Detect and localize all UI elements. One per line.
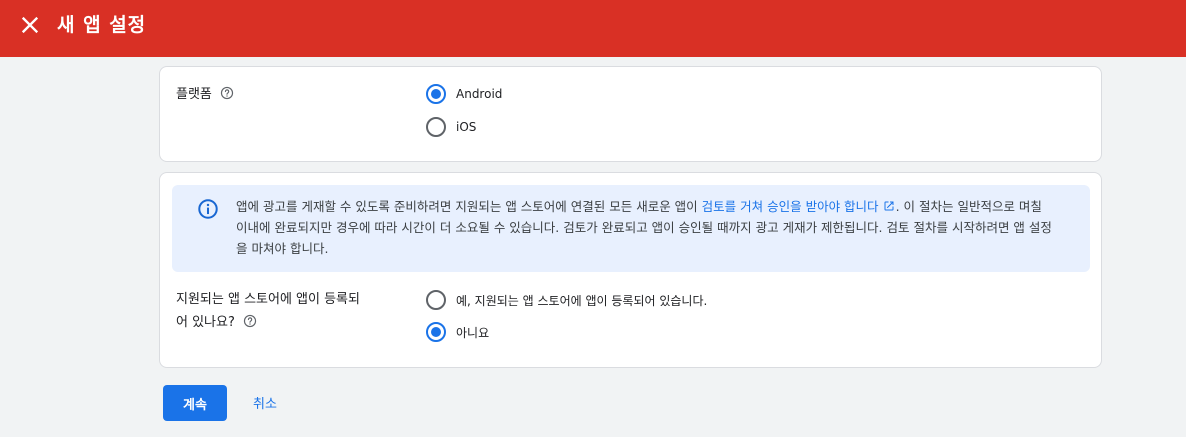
radio-ios-label: iOS <box>456 120 477 134</box>
app-store-card: 앱에 광고를 게재할 수 있도록 준비하려면 지원되는 앱 스토어에 연결된 모… <box>159 172 1102 368</box>
radio-option-android[interactable]: Android <box>426 84 502 104</box>
radio-yes[interactable] <box>426 290 446 310</box>
store-question-label: 지원되는 앱 스토어에 앱이 등록되 어 있나요? <box>176 289 360 333</box>
info-icon <box>197 198 219 220</box>
notice-text-before: 앱에 광고를 게재할 수 있도록 준비하려면 지원되는 앱 스토어에 연결된 모… <box>236 199 702 214</box>
external-link-icon[interactable] <box>883 200 895 212</box>
page-title: 새 앱 설정 <box>57 14 147 36</box>
platform-card: 플랫폼 Android iOS <box>159 66 1102 162</box>
review-approval-link[interactable]: 검토를 거쳐 승인을 받아야 합니다 <box>702 199 879 214</box>
platform-label-row: 플랫폼 <box>176 84 234 105</box>
radio-option-yes[interactable]: 예, 지원되는 앱 스토어에 앱이 등록되어 있습니다. <box>426 290 707 310</box>
radio-no-label: 아니요 <box>456 325 490 340</box>
help-circle-icon[interactable] <box>220 86 234 100</box>
help-circle-icon[interactable] <box>243 314 257 328</box>
store-question-line2: 어 있나요? <box>176 315 235 330</box>
cancel-button[interactable]: 취소 <box>253 393 277 412</box>
platform-label: 플랫폼 <box>176 87 212 102</box>
radio-yes-label: 예, 지원되는 앱 스토어에 앱이 등록되어 있습니다. <box>456 293 708 308</box>
radio-ios[interactable] <box>426 117 446 137</box>
radio-android-label: Android <box>456 87 503 101</box>
radio-no[interactable] <box>426 322 446 342</box>
top-app-bar: 새 앱 설정 <box>0 0 1186 57</box>
radio-option-ios[interactable]: iOS <box>426 117 476 137</box>
radio-android[interactable] <box>426 84 446 104</box>
store-question-line1: 지원되는 앱 스토어에 앱이 등록되 <box>176 292 360 307</box>
close-icon[interactable] <box>19 14 41 36</box>
info-notice: 앱에 광고를 게재할 수 있도록 준비하려면 지원되는 앱 스토어에 연결된 모… <box>172 185 1090 272</box>
continue-button[interactable]: 계속 <box>163 385 227 421</box>
info-notice-text: 앱에 광고를 게재할 수 있도록 준비하려면 지원되는 앱 스토어에 연결된 모… <box>236 196 1056 259</box>
radio-option-no[interactable]: 아니요 <box>426 322 489 342</box>
